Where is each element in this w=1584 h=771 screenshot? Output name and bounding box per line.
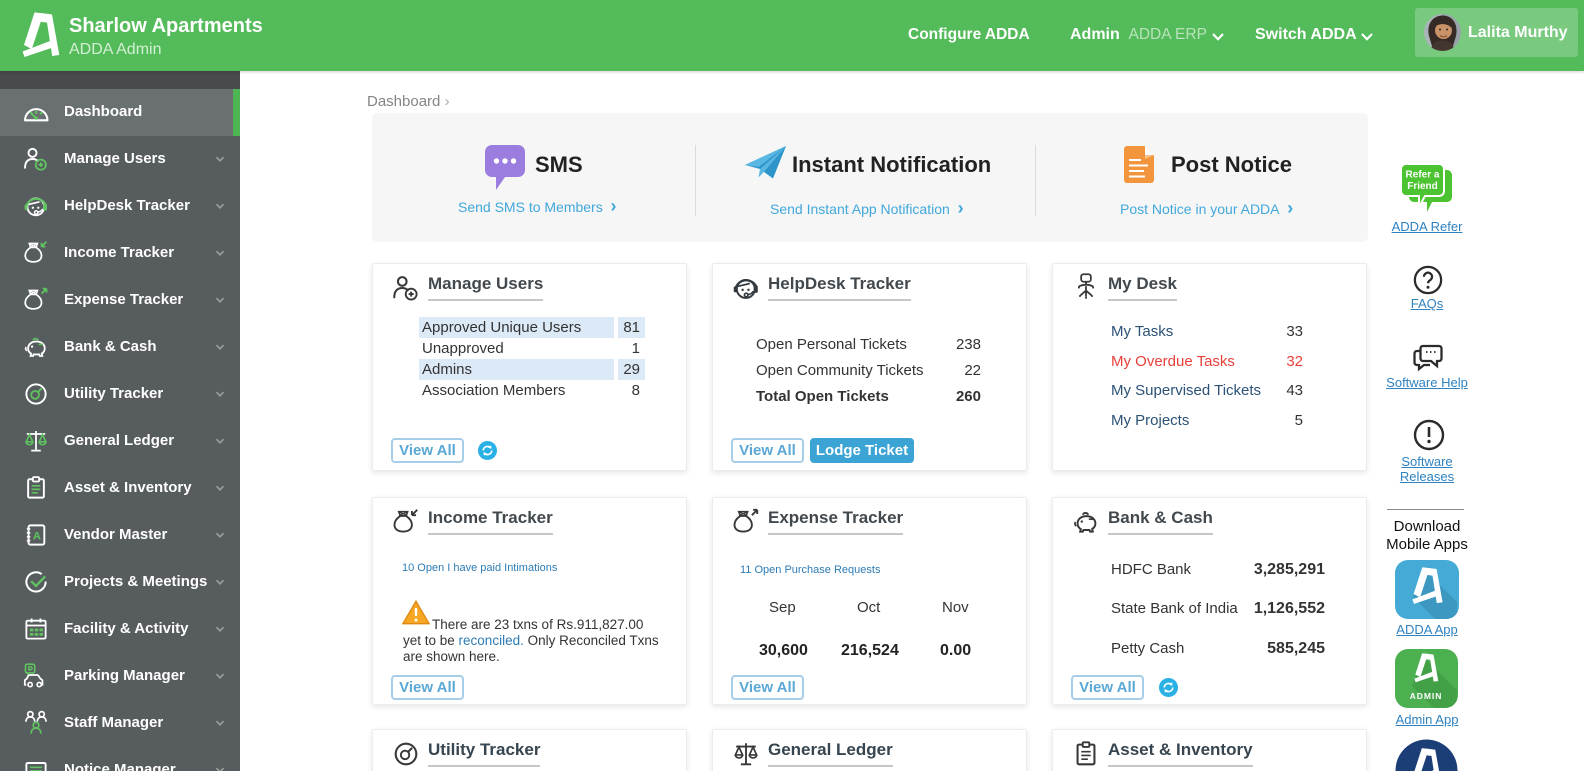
svg-text:Friend: Friend — [1407, 181, 1438, 192]
svg-text:A: A — [33, 530, 41, 542]
svg-text:Refer a: Refer a — [1406, 170, 1440, 181]
svg-text:ADMIN: ADMIN — [1410, 691, 1443, 701]
